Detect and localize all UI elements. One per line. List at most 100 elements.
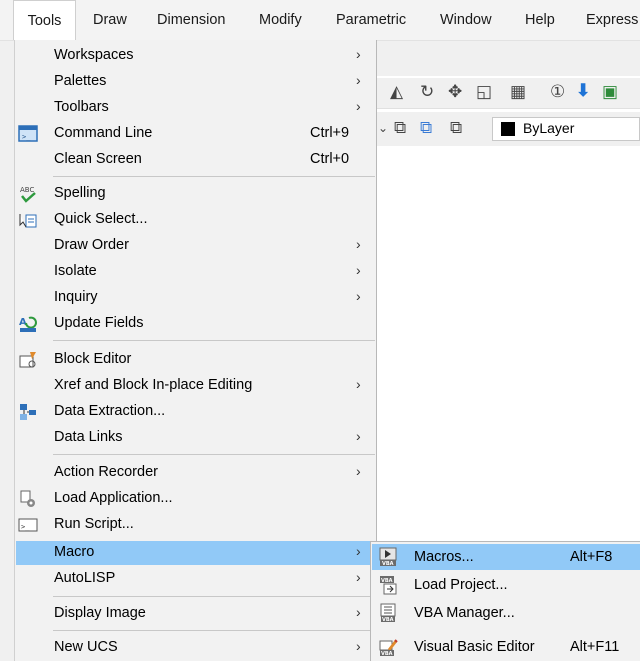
menu-item-draw-order[interactable]: Draw Order › (16, 234, 376, 258)
submenu-arrow-icon: › (356, 72, 361, 88)
submenu-item-vba-manager[interactable]: VBA VBA Manager... (372, 600, 640, 626)
menu-item-xref-block-editing[interactable]: Xref and Block In-place Editing › (16, 374, 376, 398)
menu-item-data-links[interactable]: Data Links › (16, 426, 376, 450)
color-control-label: ByLayer (523, 120, 575, 136)
menu-item-quick-select[interactable]: Quick Select... (16, 208, 376, 232)
menu-window[interactable]: Window (440, 0, 492, 40)
menu-item-macro[interactable]: Macro › (16, 541, 376, 565)
svg-text:VBA: VBA (382, 617, 394, 623)
menu-item-load-application[interactable]: Load Application... (16, 487, 376, 511)
menu-separator (53, 176, 375, 177)
svg-text:VBA: VBA (381, 651, 393, 657)
menu-bar: Tools Draw Dimension Modify Parametric W… (0, 0, 640, 41)
color-swatch (501, 122, 515, 136)
menu-tools[interactable]: Tools (13, 0, 76, 40)
menu-item-run-script[interactable]: >_ Run Script... (16, 513, 376, 537)
menu-item-label: Xref and Block In-place Editing (54, 377, 253, 393)
menu-item-label: Display Image (54, 605, 146, 621)
down-arrow-icon[interactable]: ⬇ (576, 80, 590, 102)
menu-item-label: Workspaces (54, 47, 134, 63)
rotate-icon[interactable]: ↻ (420, 81, 434, 103)
scale-icon[interactable]: ◱ (476, 81, 492, 103)
submenu-item-shortcut: Alt+F11 (570, 639, 620, 655)
menu-item-label: Data Links (54, 429, 123, 445)
menu-item-display-image[interactable]: Display Image › (16, 602, 376, 626)
menu-item-update-fields[interactable]: A Update Fields (16, 312, 376, 336)
tools-dropdown-menu: Workspaces › Palettes › Toolbars › >_ Co… (14, 40, 377, 661)
menu-item-shortcut: Ctrl+9 (310, 125, 350, 141)
menu-separator (53, 454, 375, 455)
number-one-icon[interactable]: ① (550, 81, 565, 103)
macro-submenu: VBA Macros... Alt+F8 VBA Load Project...… (370, 541, 640, 661)
calculator-icon[interactable]: ▦ (510, 81, 526, 103)
visual-basic-editor-icon: VBA (378, 637, 398, 657)
menu-item-label: Data Extraction... (54, 403, 166, 419)
menu-item-autolisp[interactable]: AutoLISP › (16, 567, 376, 591)
submenu-arrow-icon: › (356, 569, 361, 585)
menu-dimension[interactable]: Dimension (157, 0, 226, 40)
menu-item-clean-screen[interactable]: Clean Screen Ctrl+0 (16, 148, 376, 172)
submenu-arrow-icon: › (356, 638, 361, 654)
menu-item-label: Command Line (54, 125, 153, 141)
mirror-icon[interactable]: ◭ (390, 81, 403, 103)
layer-match-icon[interactable]: ⧉ (394, 117, 406, 139)
menu-separator (53, 340, 375, 341)
menu-item-label: AutoLISP (54, 570, 116, 586)
menu-item-action-recorder[interactable]: Action Recorder › (16, 461, 376, 485)
submenu-item-visual-basic-editor[interactable]: VBA Visual Basic Editor Alt+F11 (372, 634, 640, 660)
menu-item-label: Update Fields (54, 315, 144, 331)
export-icon[interactable]: ▣ (602, 81, 618, 103)
menu-item-label: Action Recorder (54, 464, 158, 480)
svg-text:VBA: VBA (381, 578, 393, 584)
menu-separator (53, 596, 375, 597)
menu-item-toolbars[interactable]: Toolbars › (16, 96, 376, 120)
menu-item-palettes[interactable]: Palettes › (16, 70, 376, 94)
submenu-arrow-icon: › (356, 604, 361, 620)
menu-separator (53, 630, 375, 631)
block-editor-icon (18, 350, 38, 370)
menu-item-data-extraction[interactable]: Data Extraction... (16, 400, 376, 424)
menu-item-workspaces[interactable]: Workspaces › (16, 44, 376, 68)
submenu-arrow-icon: › (356, 236, 361, 252)
menu-item-command-line[interactable]: >_ Command Line Ctrl+9 (16, 122, 376, 146)
move-icon[interactable]: ✥ (448, 81, 462, 103)
menu-item-label: Toolbars (54, 99, 109, 115)
menu-item-label: Macro (54, 544, 95, 560)
menu-item-label: Inquiry (54, 289, 98, 305)
layer-previous-icon[interactable]: ⧉ (420, 117, 432, 139)
menu-item-label: Palettes (54, 73, 107, 89)
submenu-arrow-icon: › (356, 376, 361, 392)
left-edge-panel (0, 40, 14, 661)
submenu-arrow-icon: › (356, 288, 361, 304)
menu-express[interactable]: Express (586, 0, 638, 40)
svg-text:A: A (19, 317, 27, 328)
submenu-item-load-project[interactable]: VBA Load Project... (372, 572, 640, 598)
update-fields-icon: A (18, 314, 38, 334)
dropdown-chevron-icon[interactable]: ⌄ (378, 117, 388, 139)
menu-draw[interactable]: Draw (93, 0, 127, 40)
menu-modify[interactable]: Modify (259, 0, 302, 40)
svg-text:VBA: VBA (382, 561, 394, 567)
layer-states-icon[interactable]: ⧉ (450, 117, 462, 139)
svg-text:>_: >_ (22, 133, 31, 141)
submenu-arrow-icon: › (356, 543, 361, 559)
menu-item-isolate[interactable]: Isolate › (16, 260, 376, 284)
submenu-arrow-icon: › (356, 463, 361, 479)
menu-parametric[interactable]: Parametric (336, 0, 406, 40)
submenu-arrow-icon: › (356, 46, 361, 62)
menu-item-block-editor[interactable]: Block Editor (16, 348, 376, 372)
menu-item-shortcut: Ctrl+0 (310, 151, 350, 167)
color-control[interactable]: ByLayer (492, 117, 640, 141)
menu-item-label: Spelling (54, 185, 106, 201)
menu-item-label: Run Script... (54, 516, 134, 532)
menu-item-new-ucs[interactable]: New UCS › (16, 636, 376, 660)
menu-item-inquiry[interactable]: Inquiry › (16, 286, 376, 310)
submenu-item-macros[interactable]: VBA Macros... Alt+F8 (372, 544, 640, 570)
menu-help[interactable]: Help (525, 0, 555, 40)
submenu-item-label: Visual Basic Editor (414, 639, 535, 655)
spelling-icon: ABC (18, 184, 38, 204)
menu-item-spelling[interactable]: ABC Spelling (16, 182, 376, 206)
menu-item-label: Block Editor (54, 351, 132, 367)
menu-item-label: Isolate (54, 263, 97, 279)
menu-item-label: Quick Select... (54, 211, 148, 227)
